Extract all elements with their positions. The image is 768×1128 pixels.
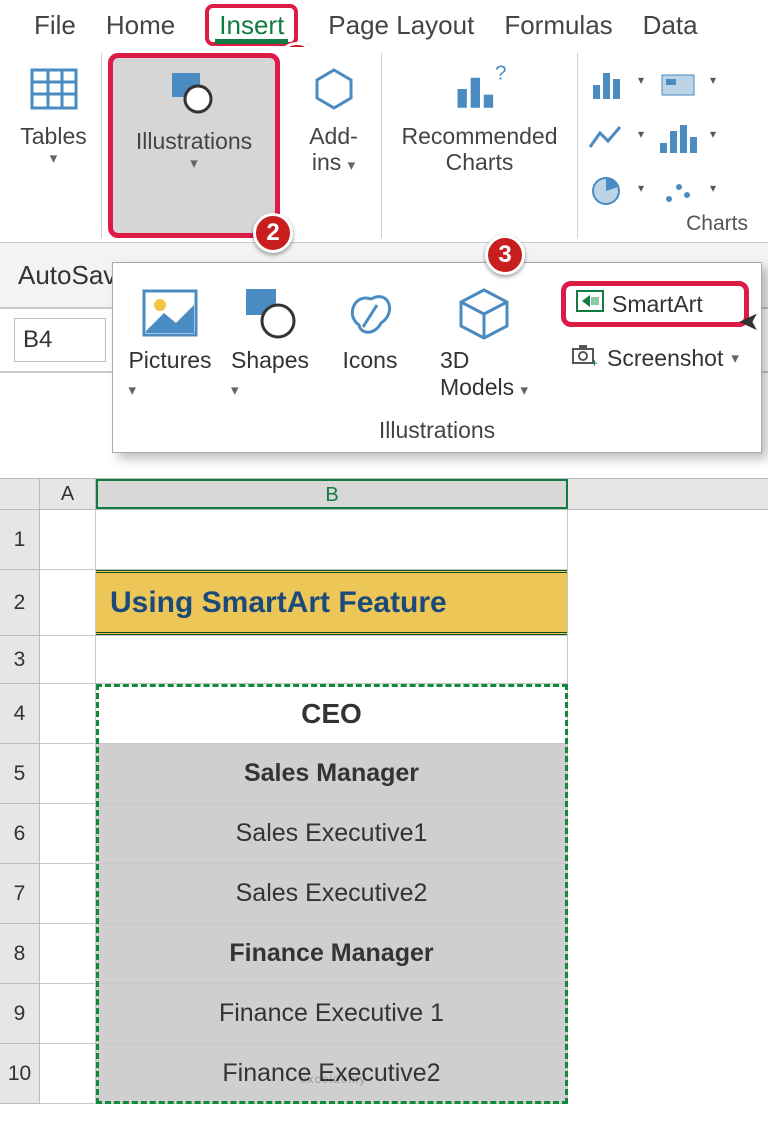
cell-A5[interactable] xyxy=(40,744,96,804)
screenshot-label: Screenshot xyxy=(607,345,723,372)
cell-B8[interactable]: Finance Manager xyxy=(96,924,568,984)
row-header-3[interactable]: 3 xyxy=(0,636,40,684)
row-header-7[interactable]: 7 xyxy=(0,864,40,924)
row-header-10[interactable]: 10 xyxy=(0,1044,40,1104)
group-addins-label: Add-ins ▾ xyxy=(309,123,358,176)
chevron-down-icon: ▾ xyxy=(190,154,198,172)
cell-B2[interactable]: Using SmartArt Feature xyxy=(96,570,568,636)
tables-icon xyxy=(24,59,84,119)
pictures-button[interactable]: Pictures▾ xyxy=(127,275,213,405)
svg-text:?: ? xyxy=(495,62,506,85)
tab-home[interactable]: Home xyxy=(100,8,181,43)
row-header-2[interactable]: 2 xyxy=(0,570,40,636)
tab-page-layout[interactable]: Page Layout xyxy=(322,8,480,43)
cell-A9[interactable] xyxy=(40,984,96,1044)
cell-A8[interactable] xyxy=(40,924,96,984)
chevron-down-icon: ▾ xyxy=(731,349,739,367)
group-charts-label: Charts xyxy=(686,212,748,236)
cell-B6[interactable]: Sales Executive1 xyxy=(96,804,568,864)
shapes-icon xyxy=(236,279,304,347)
chart-type-histogram-button[interactable]: ▾ xyxy=(654,113,702,153)
cell-B9[interactable]: Finance Executive 1 xyxy=(96,984,568,1044)
name-box[interactable]: B4 xyxy=(14,318,106,362)
ribbon: Tables ▾ Illustrations ▾ 2 Add-ins ▾ ? R… xyxy=(0,47,768,243)
cell-A6[interactable] xyxy=(40,804,96,864)
3d-models-button[interactable]: 3DModels ▾ xyxy=(427,275,541,405)
svg-text:+: + xyxy=(591,356,598,367)
watermark: exceldemy xyxy=(300,1072,366,1086)
cell-A3[interactable] xyxy=(40,636,96,684)
column-header-A[interactable]: A xyxy=(40,479,96,509)
row-header-6[interactable]: 6 xyxy=(0,804,40,864)
cell-B5[interactable]: Sales Manager xyxy=(96,744,568,804)
tab-insert[interactable]: Insert 1 xyxy=(199,8,304,43)
icons-button[interactable]: Icons xyxy=(327,275,413,378)
chart-type-scatter-button[interactable]: ▾ xyxy=(654,167,702,207)
column-headers: A B xyxy=(0,478,768,510)
worksheet: A B 1 2 Using SmartArt Feature 3 4 CEO 5 xyxy=(0,478,768,1104)
illustrations-icon xyxy=(164,64,224,124)
smartart-button[interactable]: SmartArt xyxy=(561,281,749,327)
screenshot-icon: + xyxy=(571,343,599,373)
tab-data[interactable]: Data xyxy=(637,8,704,43)
icons-icon xyxy=(336,279,404,347)
select-all-corner[interactable] xyxy=(0,479,40,509)
group-illustrations-label: Illustrations xyxy=(136,128,252,154)
cell-A4[interactable] xyxy=(40,684,96,744)
group-tables[interactable]: Tables ▾ xyxy=(6,53,102,238)
cursor-icon: ➤ xyxy=(738,306,760,337)
cell-A1[interactable] xyxy=(40,510,96,570)
group-charts: ▾ ▾ ▾ ▾ ▾ ▾ Charts xyxy=(578,53,762,238)
cell-B1[interactable] xyxy=(96,510,568,570)
cell-A7[interactable] xyxy=(40,864,96,924)
chart-type-line-button[interactable]: ▾ xyxy=(582,113,630,153)
chart-type-map-button[interactable]: ▾ xyxy=(654,59,702,99)
cell-B4[interactable]: CEO xyxy=(96,684,568,744)
cell-B7[interactable]: Sales Executive2 xyxy=(96,864,568,924)
tab-insert-label: Insert xyxy=(219,10,284,40)
tab-file[interactable]: File xyxy=(28,8,82,43)
addins-icon xyxy=(304,59,364,119)
callout-badge-3: 3 xyxy=(485,235,525,275)
screenshot-button[interactable]: + Screenshot ▾ xyxy=(561,339,749,377)
group-tables-label: Tables xyxy=(20,123,86,149)
smartart-icon xyxy=(576,290,604,318)
group-recommended-charts[interactable]: ? RecommendedCharts xyxy=(382,53,578,238)
row-header-5[interactable]: 5 xyxy=(0,744,40,804)
row-header-9[interactable]: 9 xyxy=(0,984,40,1044)
shapes-button[interactable]: Shapes▾ xyxy=(227,275,313,405)
tab-formulas[interactable]: Formulas xyxy=(498,8,618,43)
cell-A2[interactable] xyxy=(40,570,96,636)
chart-type-pie-button[interactable]: ▾ xyxy=(582,167,630,207)
ribbon-tabs: File Home Insert 1 Page Layout Formulas … xyxy=(0,0,768,47)
recommended-charts-icon: ? xyxy=(450,59,510,119)
chevron-down-icon: ▾ xyxy=(50,149,58,167)
smartart-label: SmartArt xyxy=(612,291,703,318)
pictures-icon xyxy=(136,279,204,347)
chart-type-column-button[interactable]: ▾ xyxy=(582,59,630,99)
cell-B3[interactable] xyxy=(96,636,568,684)
group-recommended-label: RecommendedCharts xyxy=(402,123,558,176)
column-header-B[interactable]: B xyxy=(96,479,568,509)
popup-group-title: Illustrations xyxy=(127,417,747,444)
group-illustrations[interactable]: Illustrations ▾ 2 xyxy=(108,53,280,238)
title-text: Using SmartArt Feature xyxy=(96,570,567,635)
row-header-4[interactable]: 4 xyxy=(0,684,40,744)
row-header-1[interactable]: 1 xyxy=(0,510,40,570)
row-header-8[interactable]: 8 xyxy=(0,924,40,984)
3d-models-icon xyxy=(450,279,518,347)
active-tab-indicator xyxy=(215,39,288,44)
cell-A10[interactable] xyxy=(40,1044,96,1104)
group-addins[interactable]: Add-ins ▾ xyxy=(286,53,382,238)
illustrations-dropdown-panel: 3 Pictures▾ Shapes▾ Icons 3DModels ▾ xyxy=(112,262,762,453)
